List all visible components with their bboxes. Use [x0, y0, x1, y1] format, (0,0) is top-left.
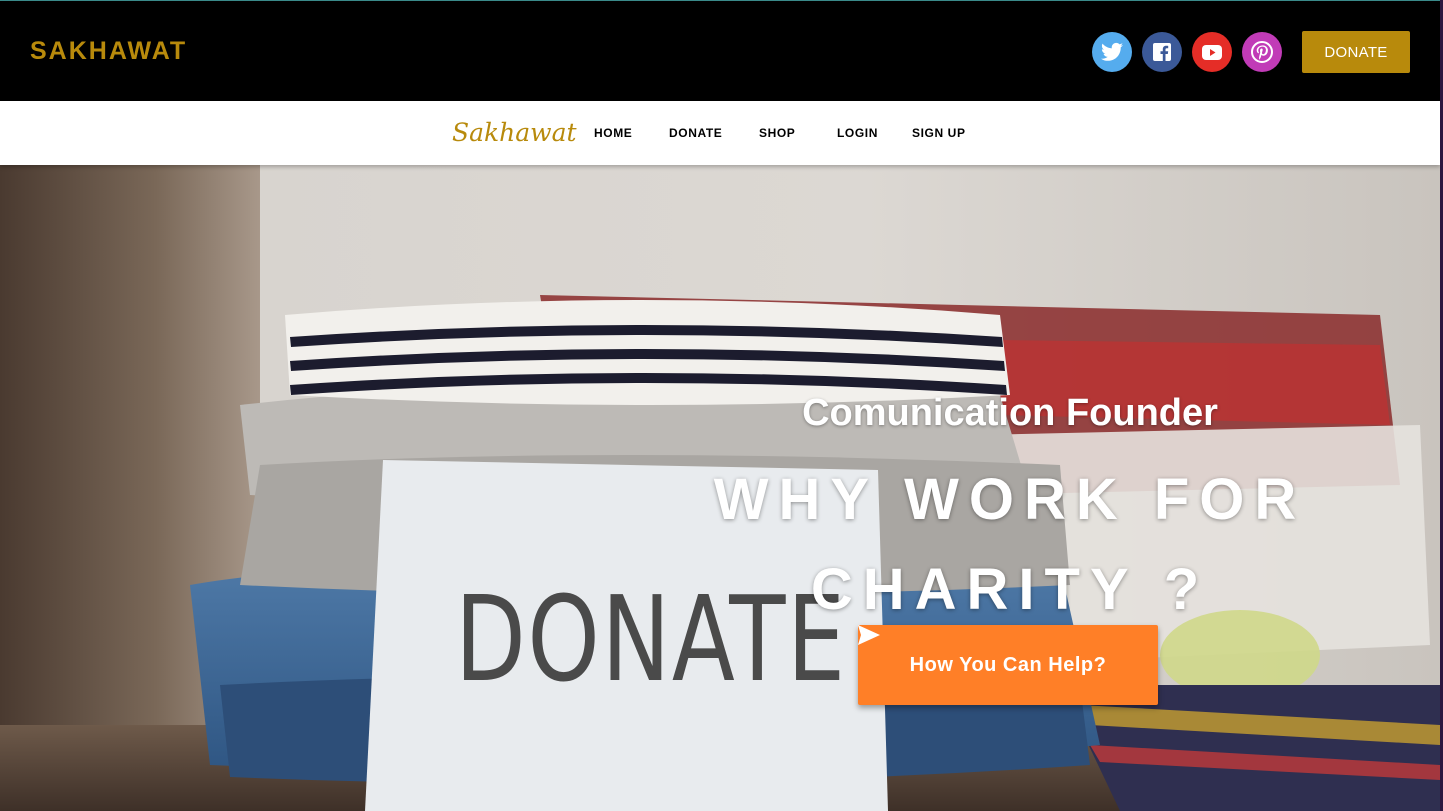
- social-links: [1092, 32, 1282, 72]
- hero-title-line2: CHARITY ?: [810, 557, 1210, 622]
- hero-title-line1: WHY WORK FOR: [713, 467, 1307, 532]
- hero-section: DONATE Comunication Founder WHY WORK FOR…: [0, 165, 1440, 811]
- nav-shop[interactable]: SHOP: [759, 126, 795, 140]
- hero-subtitle: Comunication Founder: [802, 392, 1218, 434]
- youtube-icon: [1202, 44, 1222, 60]
- brand-title[interactable]: SAKHAWAT: [30, 37, 187, 66]
- send-arrow-icon: [858, 625, 880, 645]
- pinterest-link[interactable]: [1242, 32, 1282, 72]
- facebook-icon: [1153, 43, 1171, 61]
- nav-donate[interactable]: DONATE: [669, 126, 722, 140]
- top-header: SAKHAWAT DONATE: [0, 0, 1443, 101]
- main-navbar: Sakhawat HOME DONATE SHOP LOGIN SIGN UP: [0, 101, 1440, 165]
- nav-logo[interactable]: Sakhawat: [452, 118, 577, 147]
- twitter-icon: [1101, 42, 1123, 61]
- nav-home[interactable]: HOME: [594, 126, 632, 140]
- youtube-link[interactable]: [1192, 32, 1232, 72]
- nav-signup[interactable]: SIGN UP: [912, 126, 966, 140]
- cta-label: How You Can Help?: [909, 653, 1107, 676]
- donate-button[interactable]: DONATE: [1302, 31, 1410, 73]
- how-you-can-help-button[interactable]: How You Can Help?: [858, 625, 1158, 705]
- pinterest-icon: [1251, 41, 1273, 63]
- nav-login[interactable]: LOGIN: [837, 126, 878, 140]
- twitter-link[interactable]: [1092, 32, 1132, 72]
- facebook-link[interactable]: [1142, 32, 1182, 72]
- hero-title: WHY WORK FOR CHARITY ?: [690, 455, 1330, 635]
